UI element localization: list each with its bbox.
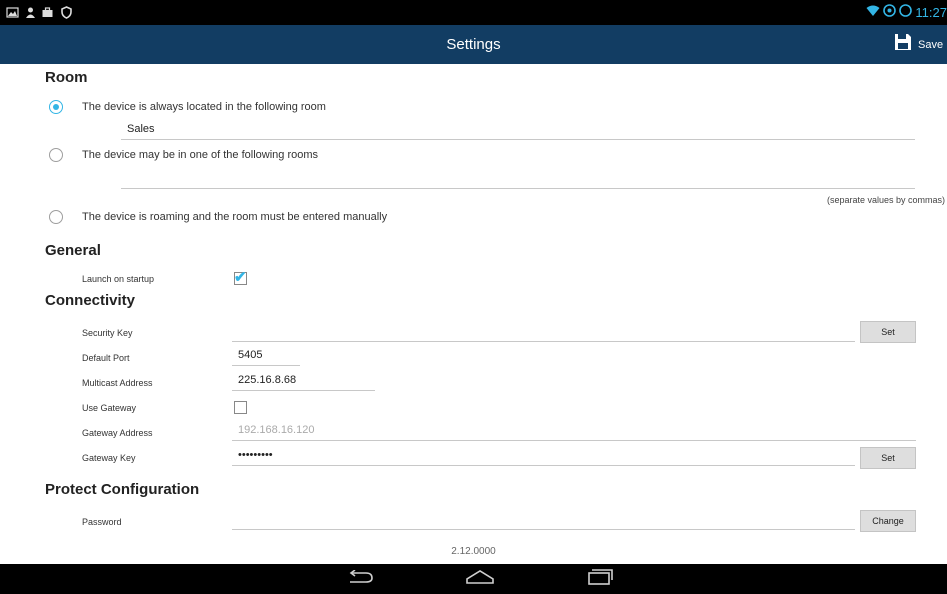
rooms-hint: (separate values by commas) — [826, 195, 945, 205]
room-section-title: Room — [45, 69, 88, 86]
data-icon — [883, 4, 897, 20]
battery-icon — [899, 4, 913, 20]
floppy-disk-icon — [894, 33, 912, 56]
version-label: 2.12.0000 — [451, 546, 496, 557]
multicast-address-input[interactable]: 225.16.8.68 — [232, 371, 375, 391]
multicast-address-label: Multicast Address — [82, 378, 153, 388]
launch-on-startup-label: Launch on startup — [82, 274, 155, 284]
radio-multiple-rooms-label: The device may be in one of the followin… — [82, 149, 319, 161]
fixed-room-input[interactable]: Sales — [121, 120, 915, 140]
save-label: Save — [918, 38, 944, 51]
default-port-input[interactable]: 5405 — [232, 346, 300, 366]
shield-icon — [60, 6, 73, 19]
status-bar: 11:27 — [0, 0, 947, 25]
use-gateway-label: Use Gateway — [82, 403, 137, 413]
radio-multiple-rooms[interactable] — [49, 148, 63, 162]
general-section-title: General — [45, 242, 101, 259]
radio-fixed-room-label: The device is always located in the foll… — [82, 101, 326, 113]
page-title: Settings — [446, 36, 501, 53]
radio-roaming-label: The device is roaming and the room must … — [82, 211, 388, 223]
gateway-address-input[interactable]: 192.168.16.120 — [232, 421, 916, 441]
clock: 11:27 — [915, 4, 947, 20]
gateway-key-input[interactable]: ••••••••• — [232, 446, 855, 466]
recent-apps-icon — [587, 568, 613, 590]
rooms-list-input[interactable] — [121, 169, 915, 189]
gallery-icon — [6, 6, 19, 19]
home-icon — [465, 569, 495, 590]
security-key-label: Security Key — [82, 328, 133, 338]
wifi-icon — [866, 5, 880, 20]
recent-apps-button[interactable] — [575, 564, 625, 594]
gateway-key-label: Gateway Key — [82, 453, 136, 463]
back-icon — [346, 568, 374, 589]
navigation-bar — [0, 564, 947, 594]
change-password-button[interactable]: Change — [860, 510, 916, 532]
save-button[interactable]: Save — [887, 25, 947, 64]
gateway-address-label: Gateway Address — [82, 428, 153, 438]
security-key-input[interactable] — [232, 322, 855, 342]
checkmark-icon: ✔ — [234, 269, 247, 286]
default-port-label: Default Port — [82, 353, 130, 363]
person-icon — [24, 6, 37, 19]
connectivity-section-title: Connectivity — [45, 292, 136, 309]
protect-section-title: Protect Configuration — [45, 481, 200, 498]
password-input[interactable] — [232, 510, 855, 530]
back-button[interactable] — [335, 564, 385, 594]
radio-roaming[interactable] — [49, 210, 63, 224]
security-key-set-button[interactable]: Set — [860, 321, 916, 343]
action-bar: Settings Save — [0, 25, 947, 64]
launch-on-startup-checkbox[interactable]: ✔ — [234, 269, 247, 286]
radio-fixed-room[interactable] — [49, 100, 63, 114]
suitcase-icon — [41, 6, 54, 19]
use-gateway-checkbox[interactable] — [234, 401, 247, 414]
password-label: Password — [82, 517, 122, 527]
gateway-key-set-button[interactable]: Set — [860, 447, 916, 469]
home-button[interactable] — [455, 564, 505, 594]
